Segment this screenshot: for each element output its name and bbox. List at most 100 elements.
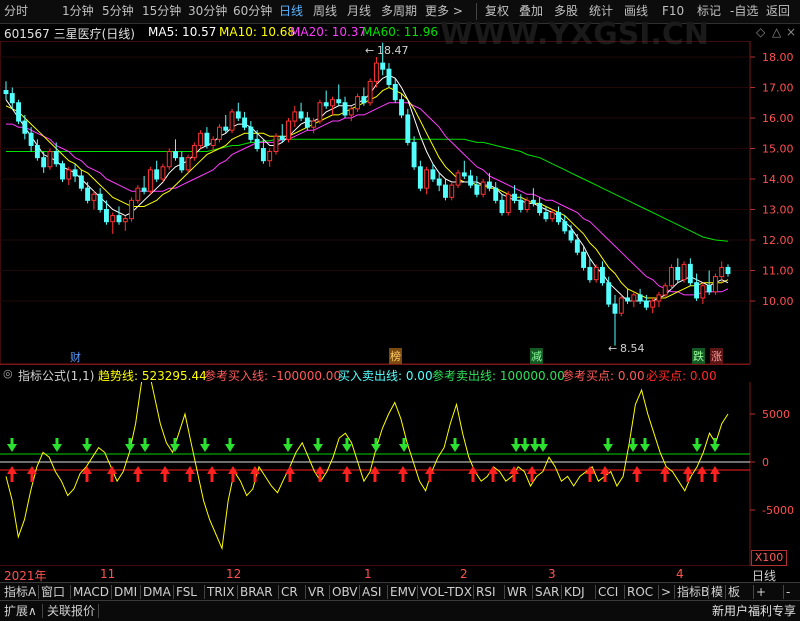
tab-timeshare[interactable]: 分时	[4, 3, 28, 20]
candle-down	[34, 144, 40, 159]
indicator-tab-19[interactable]: ROC	[627, 584, 653, 600]
indicator-tab-21[interactable]: 指标B	[677, 584, 709, 600]
sell-arrow-stem	[695, 438, 699, 444]
candle-up	[286, 120, 291, 140]
candle-up	[700, 285, 706, 299]
indicator-tick-label: -5000	[762, 504, 794, 517]
indicator-collapse-icon[interactable]: ◎	[3, 367, 13, 380]
tab-multi-period[interactable]: 多周期	[381, 3, 417, 20]
indicator-tab-2[interactable]: MACD	[73, 584, 109, 600]
indicator-tab-14[interactable]: RSI	[476, 584, 496, 600]
remove-watchlist-button[interactable]: -自选	[730, 3, 758, 20]
candle-down	[235, 111, 241, 119]
close-icon[interactable]: ×	[786, 25, 796, 39]
sell-arrow	[511, 444, 521, 452]
tab-5min[interactable]: 5分钟	[102, 3, 134, 20]
indicator-tab-11[interactable]: ASI	[362, 584, 381, 600]
tab-weekly[interactable]: 周线	[313, 3, 337, 20]
diamond-icon[interactable]: ◇	[756, 25, 765, 39]
candle-down	[53, 151, 59, 165]
candle-up	[66, 169, 72, 180]
candle-down	[512, 193, 517, 201]
candle-up	[662, 285, 668, 296]
indicator-tab-4[interactable]: DMA	[143, 584, 171, 600]
buy-arrow-stem	[85, 474, 89, 482]
sell-arrow-stem	[606, 438, 610, 444]
fall-marker[interactable]: 跌	[692, 348, 705, 364]
candle-up	[292, 111, 298, 122]
tab-monthly[interactable]: 月线	[347, 3, 371, 20]
sell-arrow-stem	[402, 438, 406, 444]
indicator-tab-20[interactable]: >	[661, 584, 671, 600]
ma20-line	[6, 102, 729, 296]
tab-divider	[38, 585, 39, 599]
candle-down	[537, 202, 543, 214]
indicator-tab-25[interactable]: -	[786, 584, 790, 600]
buy-arrow-stem	[136, 474, 140, 482]
sell-arrow	[225, 444, 235, 452]
list-marker[interactable]: 榜	[389, 348, 402, 364]
buy-arrow-stem	[635, 474, 639, 482]
tab-divider	[204, 585, 205, 599]
time-axis: 2021年 11 12 1 2 3 4	[0, 566, 750, 583]
candle-down	[179, 157, 185, 171]
buy-arrow-stem	[663, 474, 667, 482]
buy-arrow-stem	[512, 474, 516, 482]
indicator-tab-23[interactable]: 板	[728, 584, 740, 600]
indicator-tab-10[interactable]: OBV	[332, 584, 358, 600]
sell-arrow-stem	[631, 438, 635, 444]
buy-arrow-stem	[401, 474, 405, 482]
buy-arrow-stem	[10, 474, 14, 482]
tab-30min[interactable]: 30分钟	[188, 3, 227, 20]
price-axis: 18.00 17.00 16.00 15.00 14.00 13.00 12.00 11.00…	[750, 51, 794, 308]
sell-arrow	[520, 444, 530, 452]
indicator-tab-16[interactable]: SAR	[535, 584, 559, 600]
tab-divider	[237, 585, 238, 599]
indicator-tab-24[interactable]: +	[756, 584, 766, 600]
indicator-tab-3[interactable]: DMI	[114, 584, 137, 600]
finance-marker[interactable]: 财	[70, 349, 81, 365]
indicator-tab-22[interactable]: 模	[711, 584, 723, 600]
candle-down	[361, 96, 367, 104]
indicator-tab-12[interactable]: EMV	[390, 584, 416, 600]
indicator-tab-9[interactable]: VR	[308, 584, 325, 600]
indicator-tab-5[interactable]: FSL	[176, 584, 197, 600]
indicator-tab-18[interactable]: CCI	[598, 584, 618, 600]
tab-divider	[278, 585, 279, 599]
candle-down	[85, 187, 91, 201]
back-button[interactable]: 返回	[766, 3, 790, 20]
candle-down	[556, 212, 561, 223]
rise-marker[interactable]: 涨	[710, 348, 723, 364]
buy-arrow-stem	[231, 474, 235, 482]
buy-arrow-stem	[471, 474, 475, 482]
tab-divider	[70, 585, 71, 599]
indicator-tab-8[interactable]: CR	[281, 584, 298, 600]
indicator-tab-17[interactable]: KDJ	[564, 584, 585, 600]
tab-15min[interactable]: 15分钟	[142, 3, 181, 20]
sell-arrow	[710, 444, 720, 452]
tab-daily[interactable]: 日线	[279, 3, 303, 20]
candle-down	[725, 266, 731, 275]
indicator-tab-1[interactable]: 窗口	[41, 584, 65, 600]
indicator-axis: 5000 0 -5000	[750, 408, 794, 517]
candle-up	[217, 126, 222, 140]
tab-1min[interactable]: 1分钟	[62, 3, 94, 20]
tab-60min[interactable]: 60分钟	[233, 3, 272, 20]
sell-arrow-stem	[173, 438, 177, 444]
indicator-tab-13[interactable]: VOL-TDX	[420, 584, 472, 600]
tab-divider	[708, 585, 709, 599]
indicator-tab-15[interactable]: WR	[507, 584, 527, 600]
indicator-tab-0[interactable]: 指标A	[4, 584, 36, 600]
candle-up	[198, 132, 204, 146]
expand-button[interactable]: 扩展∧	[4, 603, 37, 619]
sell-arrow-stem	[55, 438, 59, 444]
indicator-tab-6[interactable]: TRIX	[207, 584, 234, 600]
reduce-marker[interactable]: 减	[530, 348, 543, 364]
ma60-path	[6, 138, 729, 242]
triangle-up-icon[interactable]: △	[772, 25, 781, 39]
related-quote-button[interactable]: 关联报价	[47, 603, 95, 619]
promo-link[interactable]: 新用户福利专享	[712, 603, 796, 619]
indicator-tab-7[interactable]: BRAR	[240, 584, 273, 600]
sell-arrow-stem	[643, 438, 647, 444]
candle-down	[405, 114, 411, 143]
